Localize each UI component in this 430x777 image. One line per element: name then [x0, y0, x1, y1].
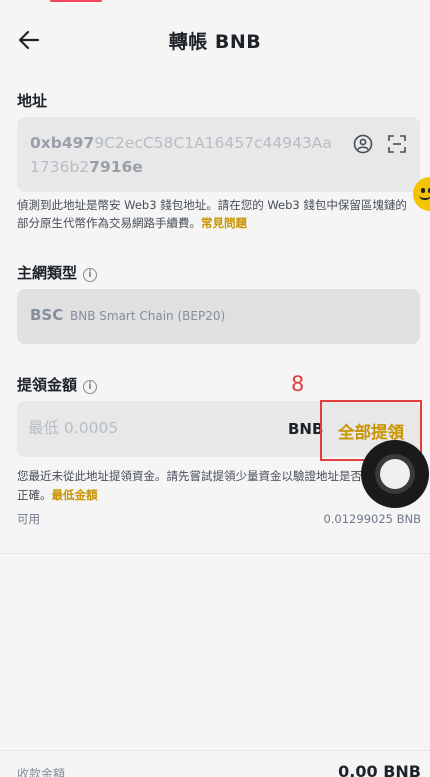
faq-link[interactable]: 常見問題	[201, 216, 247, 230]
withdraw-warning: 您最近未從此地址提領資金。請先嘗試提領少量資金以驗證地址是否正確。最低金額	[17, 467, 367, 505]
address-field[interactable]: 0xb4979C2ecC58C1A16457c44943Aa1736b27916…	[17, 117, 420, 192]
top-accent-bar	[50, 0, 102, 2]
amount-unit: BNB	[288, 420, 324, 438]
network-selector[interactable]: BSC BNB Smart Chain (BEP20)	[17, 289, 420, 344]
floating-assistive-button[interactable]	[361, 440, 429, 508]
address-value[interactable]: 0xb4979C2ecC58C1A16457c44943Aa1736b27916…	[30, 131, 340, 179]
divider	[0, 553, 430, 554]
network-code: BSC	[30, 306, 64, 324]
top-bar: 轉帳 BNB	[0, 0, 430, 80]
contact-book-icon[interactable]	[353, 134, 373, 154]
network-name: BNB Smart Chain (BEP20)	[70, 309, 226, 323]
available-label: 可用	[17, 512, 40, 526]
network-label-text: 主網類型	[17, 264, 78, 282]
footer-divider	[0, 750, 430, 751]
amount-label: 提領金額 i	[17, 374, 98, 395]
minimum-amount-link[interactable]: 最低金額	[52, 488, 98, 502]
receive-value: 0.00 BNB	[338, 762, 421, 777]
assistive-core	[380, 459, 410, 489]
address-label: 地址	[17, 92, 48, 110]
network-info-icon[interactable]: i	[83, 268, 98, 282]
network-label: 主網類型 i	[17, 262, 98, 283]
receive-label: 收款金額	[17, 767, 66, 777]
address-notice: 偵測到此地址是幣安 Web3 錢包地址。請在您的 Web3 錢包中保留區塊鏈的部…	[17, 196, 413, 232]
scan-qr-icon[interactable]	[387, 134, 407, 154]
amount-label-text: 提領金額	[17, 376, 78, 394]
amount-input[interactable]	[28, 419, 258, 437]
page-title: 轉帳 BNB	[168, 31, 262, 53]
step-marker: 8	[291, 372, 305, 396]
amount-info-icon[interactable]: i	[83, 380, 98, 394]
available-value: 0.01299025 BNB	[323, 512, 421, 526]
address-suffix: 7916e	[89, 158, 143, 176]
address-prefix: 0xb497	[30, 134, 95, 152]
